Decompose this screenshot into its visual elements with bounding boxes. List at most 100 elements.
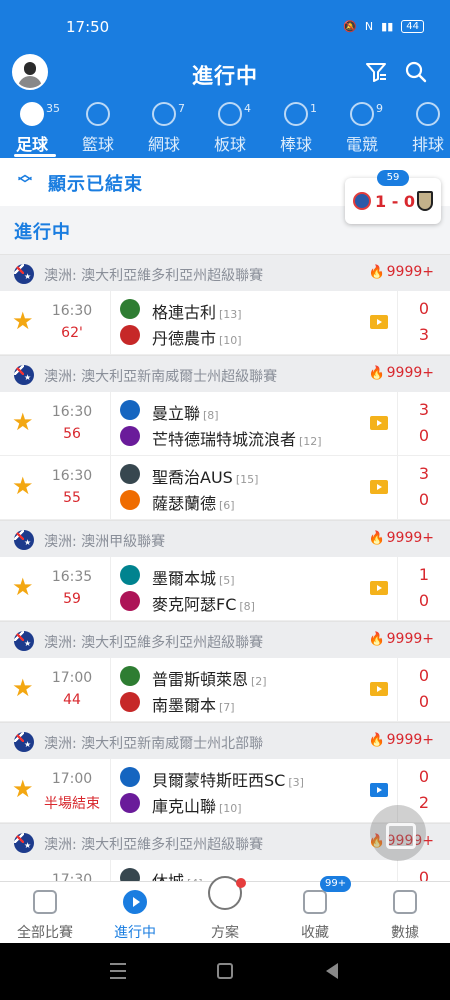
team-logo-icon bbox=[120, 793, 140, 813]
favorite-star-icon[interactable]: ★ bbox=[12, 674, 34, 702]
team-name-text: 南墨爾本 bbox=[152, 696, 217, 715]
league-name: 澳洲: 澳大利亞維多利亞州超級聯賽 bbox=[44, 268, 264, 284]
hot-count: 🔥 9999+ bbox=[368, 732, 434, 748]
nav-label: 全部比賽 bbox=[17, 925, 73, 941]
kickoff-time: 16:30 bbox=[51, 303, 93, 319]
nav-item-star[interactable]: 99+ 收藏 bbox=[270, 876, 360, 944]
live-score: 1 - 0 bbox=[375, 192, 416, 211]
home-score: 0 bbox=[418, 299, 430, 318]
filter-icon[interactable] bbox=[364, 60, 388, 84]
tab-active-indicator bbox=[14, 154, 56, 157]
hot-count: 🔥 9999+ bbox=[368, 631, 434, 647]
team-rank: [10] bbox=[219, 334, 242, 347]
tab-tennis[interactable]: 7 網球 bbox=[132, 100, 196, 156]
league-header[interactable]: 澳洲: 澳洲甲級聯賽 🔥9999+ bbox=[0, 520, 450, 557]
team-name: 聖喬治AUS [15] bbox=[152, 464, 258, 488]
hot-value: 9999+ bbox=[386, 631, 434, 647]
team-name-text: 墨爾本城 bbox=[152, 569, 217, 588]
tab-soccer-ball[interactable]: 35 足球 bbox=[0, 100, 64, 157]
tab-count: 1 bbox=[310, 102, 317, 115]
favorite-star-icon[interactable]: ★ bbox=[12, 408, 34, 436]
live-stats-icon[interactable] bbox=[370, 581, 388, 595]
nav-item-document[interactable]: 方案 bbox=[180, 876, 270, 944]
away-score: 0 bbox=[418, 692, 430, 711]
fire-icon: 🔥 bbox=[368, 366, 385, 381]
tab-label: 排球 bbox=[411, 135, 444, 154]
team-rank: [6] bbox=[219, 499, 235, 512]
nav-item-chart[interactable]: 數據 bbox=[360, 882, 450, 944]
floating-action-button[interactable] bbox=[370, 805, 426, 861]
nav-item-trophy[interactable]: 全部比賽 bbox=[0, 882, 90, 944]
nfc-icon: N bbox=[364, 20, 374, 33]
match-row[interactable]: ★ 16:30 56 曼立聯 [8] 芒特德瑞特城流浪者 [12] 3 0 bbox=[0, 392, 450, 456]
match-row[interactable]: ★ 17:00 44 普雷斯頓萊恩 [2] 南墨爾本 [7] 0 0 bbox=[0, 658, 450, 722]
match-row[interactable]: ★ 16:30 55 聖喬治AUS [15] 薩瑟蘭德 [6] 3 0 bbox=[0, 456, 450, 520]
tab-count: 4 bbox=[244, 102, 251, 115]
chart-icon bbox=[393, 890, 417, 914]
tab-cricket[interactable]: 4 板球 bbox=[198, 100, 262, 156]
tab-basketball[interactable]: 籃球 bbox=[66, 100, 130, 156]
team-logo-icon bbox=[120, 666, 140, 686]
team-logo-icon bbox=[120, 692, 140, 712]
favorite-star-icon[interactable]: ★ bbox=[12, 573, 34, 601]
home-icon[interactable] bbox=[217, 963, 233, 979]
league-header[interactable]: 澳洲: 澳大利亞維多利亞州超級聯賽 🔥9999+ bbox=[0, 254, 450, 291]
match-row[interactable]: ★ 16:30 62' 格連古利 [13] 丹德農市 [10] 0 3 bbox=[0, 291, 450, 355]
home-team-logo bbox=[353, 192, 371, 210]
video-icon[interactable] bbox=[370, 783, 388, 797]
back-icon[interactable] bbox=[326, 963, 338, 979]
league-header[interactable]: 澳洲: 澳大利亞新南威爾士州北部聯 🔥9999+ bbox=[0, 722, 450, 759]
hot-value: 9999+ bbox=[386, 530, 434, 546]
bottom-nav: 全部比賽 進行中 方案 99+ 收藏 數據 bbox=[0, 876, 450, 944]
favorite-star-icon[interactable]: ★ bbox=[12, 472, 34, 500]
nav-item-play[interactable]: 進行中 bbox=[90, 882, 180, 944]
fire-icon: 🔥 bbox=[368, 632, 385, 647]
home-score: 3 bbox=[418, 400, 430, 419]
tab-label: 網球 bbox=[147, 135, 180, 154]
show-finished-label: 顯示已結束 bbox=[48, 174, 143, 195]
league-header[interactable]: 澳洲: 澳大利亞維多利亞州超級聯賽 🔥9999+ bbox=[0, 621, 450, 658]
tab-volleyball[interactable]: 排球 bbox=[396, 100, 450, 156]
tab-baseball[interactable]: 1 棒球 bbox=[264, 100, 328, 156]
team-rank: [12] bbox=[299, 435, 322, 448]
section-title: 進行中 bbox=[14, 222, 71, 243]
match-row[interactable]: ★ 16:35 59 墨爾本城 [5] 麥克阿瑟FC [8] 1 0 bbox=[0, 557, 450, 621]
fire-icon: 🔥 bbox=[368, 733, 385, 748]
tab-label: 籃球 bbox=[81, 135, 114, 154]
kickoff-time: 16:30 bbox=[51, 404, 93, 420]
australia-flag-icon bbox=[14, 631, 34, 651]
match-status: 62' bbox=[61, 325, 83, 341]
team-logo-icon bbox=[120, 426, 140, 446]
tab-label: 足球 bbox=[15, 135, 48, 154]
search-icon[interactable] bbox=[404, 60, 428, 84]
live-stats-icon[interactable] bbox=[370, 315, 388, 329]
league-header[interactable]: 澳洲: 澳大利亞新南威爾士州超級聯賽 🔥9999+ bbox=[0, 355, 450, 392]
hot-count: 🔥 9999+ bbox=[368, 530, 434, 546]
league-name: 澳洲: 澳洲甲級聯賽 bbox=[44, 534, 166, 550]
match-status: 半場結束 bbox=[44, 796, 100, 812]
cricket-icon bbox=[218, 102, 242, 126]
team-name: 南墨爾本 [7] bbox=[152, 692, 235, 716]
league-name: 澳洲: 澳大利亞維多利亞州超級聯賽 bbox=[44, 635, 264, 651]
tab-label: 板球 bbox=[213, 135, 246, 154]
tab-count: 9 bbox=[376, 102, 383, 115]
nav-label: 進行中 bbox=[114, 925, 156, 941]
favorite-star-icon[interactable]: ★ bbox=[12, 775, 34, 803]
live-stats-icon[interactable] bbox=[370, 682, 388, 696]
away-score: 0 bbox=[418, 490, 430, 509]
menu-icon[interactable] bbox=[110, 963, 126, 979]
away-team-logo bbox=[417, 191, 433, 211]
live-minute-badge: 59 bbox=[377, 170, 409, 186]
home-score: 1 bbox=[418, 565, 430, 584]
team-rank: [15] bbox=[235, 473, 259, 486]
live-stats-icon[interactable] bbox=[370, 480, 388, 494]
tab-gamepad[interactable]: 9 電競 bbox=[330, 100, 394, 156]
team-logo-icon bbox=[120, 299, 140, 319]
live-stats-icon[interactable] bbox=[370, 416, 388, 430]
team-name-text: 格連古利 bbox=[152, 303, 217, 322]
team-name-text: 聖喬治AUS bbox=[152, 468, 233, 487]
team-name-text: 曼立聯 bbox=[152, 404, 201, 423]
live-score-card[interactable]: 59 1 - 0 bbox=[345, 170, 441, 224]
australia-flag-icon bbox=[14, 530, 34, 550]
favorite-star-icon[interactable]: ★ bbox=[12, 307, 34, 335]
